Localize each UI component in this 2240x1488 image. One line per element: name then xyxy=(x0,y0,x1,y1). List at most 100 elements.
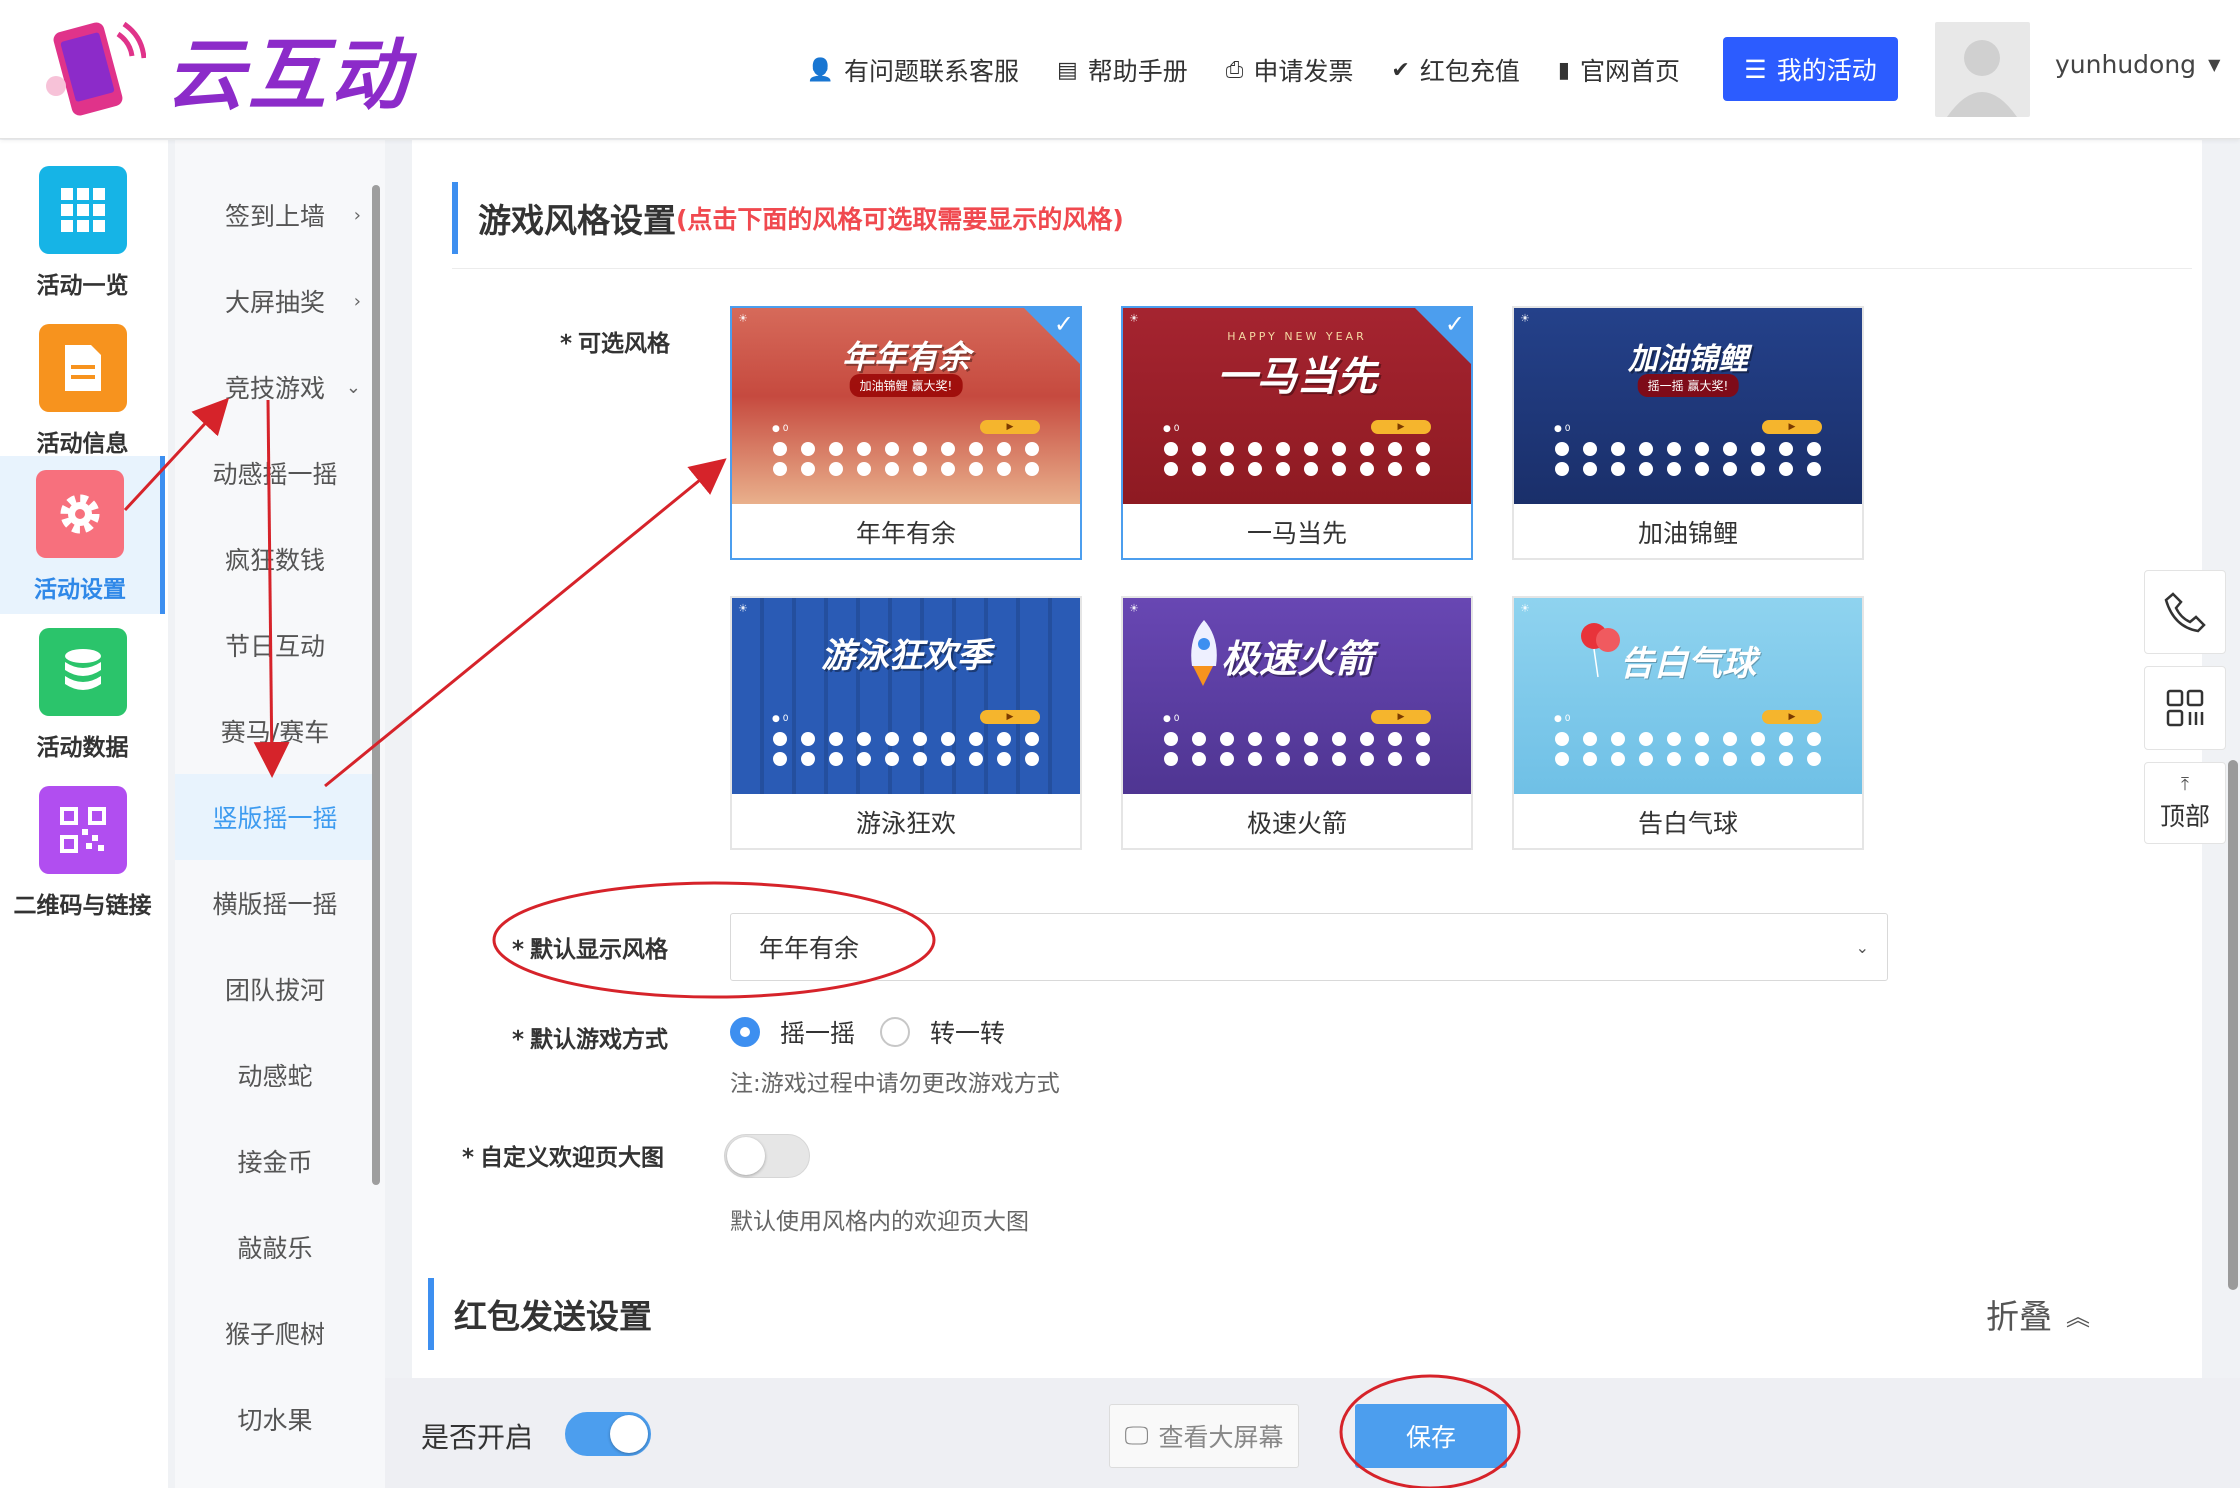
subnav-label: 敲敲乐 xyxy=(237,1234,313,1263)
phone-logo-icon xyxy=(46,21,146,116)
subnav-label: 团队拔河 xyxy=(224,976,325,1005)
sidebar-item-activity-list[interactable]: 活动一览 xyxy=(0,152,165,310)
check-icon: ✓ xyxy=(1053,310,1074,338)
style-card-gaobaiqiqiu[interactable]: ☀ 告白气球 ▶ ● 0 告白气球 xyxy=(1512,596,1864,850)
chevron-down-icon: ⌄ xyxy=(1855,937,1869,957)
thumb-counter: ● 0 xyxy=(772,424,789,434)
book-icon: ▤ xyxy=(1056,57,1078,83)
subnav-label: 竞技游戏 xyxy=(224,374,325,403)
subnav-item-signin-wall[interactable]: 签到上墙 › xyxy=(175,172,375,258)
sidebar-item-label: 二维码与链接 xyxy=(13,893,152,919)
printer-icon: ⎙ xyxy=(1225,57,1244,83)
logo[interactable]: 云互动 xyxy=(36,14,412,124)
subnav-label: 签到上墙 xyxy=(224,202,325,231)
add-user-icon: 👤 xyxy=(806,57,834,83)
subnav-label: 切水果 xyxy=(237,1406,313,1435)
qrcode-button[interactable] xyxy=(2144,666,2226,750)
subnav-item-crazy-money[interactable]: 疯狂数钱 xyxy=(175,516,375,602)
mode-note: 注:游戏过程中请勿更改游戏方式 xyxy=(730,1071,1060,1097)
subnav-label: 动感摇一摇 xyxy=(212,460,338,489)
thumb-counter: ● 0 xyxy=(1554,424,1571,434)
thumb-logo: ☀ xyxy=(1520,312,1530,325)
style-card-yimadangxian[interactable]: ☀ HAPPY NEW YEAR 一马当先 ▶ ● 0 ✓ 一马当先 xyxy=(1121,306,1473,560)
radio-rotate[interactable]: 转一转 xyxy=(880,1014,1005,1050)
thumb-banner: 告白气球 xyxy=(1620,644,1756,684)
qrcode-icon xyxy=(38,786,127,874)
thumb-banner: 极速火箭 xyxy=(1220,637,1373,681)
gear-icon xyxy=(36,470,124,558)
style-card-niannianyouyu[interactable]: ☀ 年年有余 加油锦鲤 赢大奖! ▶ ● 0 ✓ 年年有余 xyxy=(730,306,1082,560)
subnav-item-catch-coins[interactable]: 接金币 xyxy=(175,1118,375,1204)
enable-toggle[interactable] xyxy=(565,1412,651,1456)
avatar[interactable] xyxy=(1935,22,2030,117)
default-style-label: * 默认显示风格 xyxy=(512,937,669,963)
nav-customer-service[interactable]: 👤 有问题联系客服 xyxy=(807,52,1019,88)
top-nav: 👤 有问题联系客服 ▤ 帮助手册 ⎙ 申请发票 ✔ 红包充值 ▮ 官网首页 xyxy=(807,38,1680,102)
subnav-item-dynamic-shake[interactable]: 动感摇一摇 xyxy=(175,430,375,516)
style-card-caption: 极速火箭 xyxy=(1246,809,1347,838)
style-card-youyongkuanghuan[interactable]: ☀ 游泳狂欢季 ▶ ● 0 游泳狂欢 xyxy=(730,596,1082,850)
subnav-label: 竖版摇一摇 xyxy=(212,804,338,833)
welcome-image-toggle[interactable] xyxy=(724,1134,810,1178)
subnav-item-knock[interactable]: 敲敲乐 xyxy=(175,1204,375,1290)
subnav-scrollbar[interactable] xyxy=(372,185,380,1185)
red-packet-section-title: 红包发送设置 xyxy=(428,1278,652,1350)
chevron-double-up-icon: ︽ xyxy=(2066,1302,2090,1331)
nav-invoice[interactable]: ⎙ 申请发票 xyxy=(1226,52,1354,88)
style-card-jiayoujinli[interactable]: ☀ 加油锦鲤 摇一摇 赢大奖! ▶ ● 0 加油锦鲤 xyxy=(1512,306,1864,560)
sidebar-item-label: 活动一览 xyxy=(36,273,129,299)
thumb-start-button: ▶ xyxy=(980,710,1040,724)
page-scrollbar[interactable] xyxy=(2228,760,2238,1290)
main-sidebar: 活动一览 活动信息 活动设置 活动数据 二维码与链接 xyxy=(0,140,168,1488)
style-thumbnail: ☀ 游泳狂欢季 ▶ ● 0 xyxy=(732,598,1080,794)
subnav-item-vertical-shake[interactable]: 竖版摇一摇 xyxy=(175,774,375,860)
sidebar-item-activity-info[interactable]: 活动信息 xyxy=(0,310,165,468)
view-big-screen-button[interactable]: 🖵 查看大屏幕 xyxy=(1109,1404,1299,1468)
list-icon: ☰ xyxy=(1744,54,1767,84)
default-style-select[interactable]: 年年有余 ⌄ xyxy=(730,913,1888,981)
thumb-logo: ☀ xyxy=(738,602,748,615)
select-value: 年年有余 xyxy=(759,934,860,963)
style-thumbnail: ☀ 极速火箭 ▶ ● 0 xyxy=(1123,598,1471,794)
username: yunhudong xyxy=(2055,50,2197,79)
style-card-jisuhuojian[interactable]: ☀ 极速火箭 ▶ ● 0 极速火箭 xyxy=(1121,596,1473,850)
user-menu[interactable]: yunhudong ▼ xyxy=(2055,50,2220,79)
subnav-item-horse-race[interactable]: 赛马/赛车 xyxy=(175,688,375,774)
welcome-note: 默认使用风格内的欢迎页大图 xyxy=(730,1209,1029,1235)
style-card-caption: 游泳狂欢 xyxy=(855,809,956,838)
subnav-item-fruit-cut[interactable]: 切水果 xyxy=(175,1376,375,1462)
phone-button[interactable] xyxy=(2144,570,2226,654)
sidebar-item-qrcode-link[interactable]: 二维码与链接 xyxy=(0,772,165,930)
nav-label: 帮助手册 xyxy=(1087,57,1188,86)
back-to-top-button[interactable]: ⤒ 顶部 xyxy=(2144,762,2226,844)
sidebar-item-label: 活动设置 xyxy=(34,577,126,603)
subnav-label: 动感蛇 xyxy=(237,1062,313,1091)
subnav-item-horizontal-shake[interactable]: 横版摇一摇 xyxy=(175,860,375,946)
radio-shake[interactable]: 摇一摇 xyxy=(730,1014,855,1050)
subnav-item-competitive-games[interactable]: 竞技游戏 ⌄ xyxy=(175,344,375,430)
thumb-start-button: ▶ xyxy=(1371,710,1431,724)
enable-label: 是否开启 xyxy=(421,1421,534,1454)
sidebar-item-activity-data[interactable]: 活动数据 xyxy=(0,614,165,772)
file-icon: ▮ xyxy=(1557,57,1570,83)
my-activity-label: 我的活动 xyxy=(1776,56,1877,85)
fold-button[interactable]: 折叠 ︽ xyxy=(1986,1290,2090,1338)
subnav-item-snake[interactable]: 动感蛇 xyxy=(175,1032,375,1118)
save-button[interactable]: 保存 xyxy=(1355,1404,1507,1468)
subnav-item-festival[interactable]: 节日互动 xyxy=(175,602,375,688)
database-icon xyxy=(38,628,127,716)
caret-down-icon: ▼ xyxy=(2208,55,2221,74)
thumb-banner: 加油锦鲤 xyxy=(1628,342,1748,377)
nav-recharge[interactable]: ✔ 红包充值 xyxy=(1391,52,1519,88)
subnav-item-tug-of-war[interactable]: 团队拔河 xyxy=(175,946,375,1032)
thumb-counter: ● 0 xyxy=(1163,714,1180,724)
header: 云互动 👤 有问题联系客服 ▤ 帮助手册 ⎙ 申请发票 ✔ 红包充值 ▮ 官网首… xyxy=(0,0,2240,139)
thumb-subtitle: 加油锦鲤 赢大奖! xyxy=(849,374,963,397)
sidebar-item-label: 活动数据 xyxy=(36,735,129,761)
my-activity-button[interactable]: ☰ 我的活动 xyxy=(1723,37,1898,101)
nav-homepage[interactable]: ▮ 官网首页 xyxy=(1558,52,1680,88)
sidebar-item-activity-settings[interactable]: 活动设置 xyxy=(0,456,165,614)
nav-help-manual[interactable]: ▤ 帮助手册 xyxy=(1057,52,1188,88)
subnav-item-big-screen-lottery[interactable]: 大屏抽奖 › xyxy=(175,258,375,344)
subnav-item-monkey-climb[interactable]: 猴子爬树 xyxy=(175,1290,375,1376)
